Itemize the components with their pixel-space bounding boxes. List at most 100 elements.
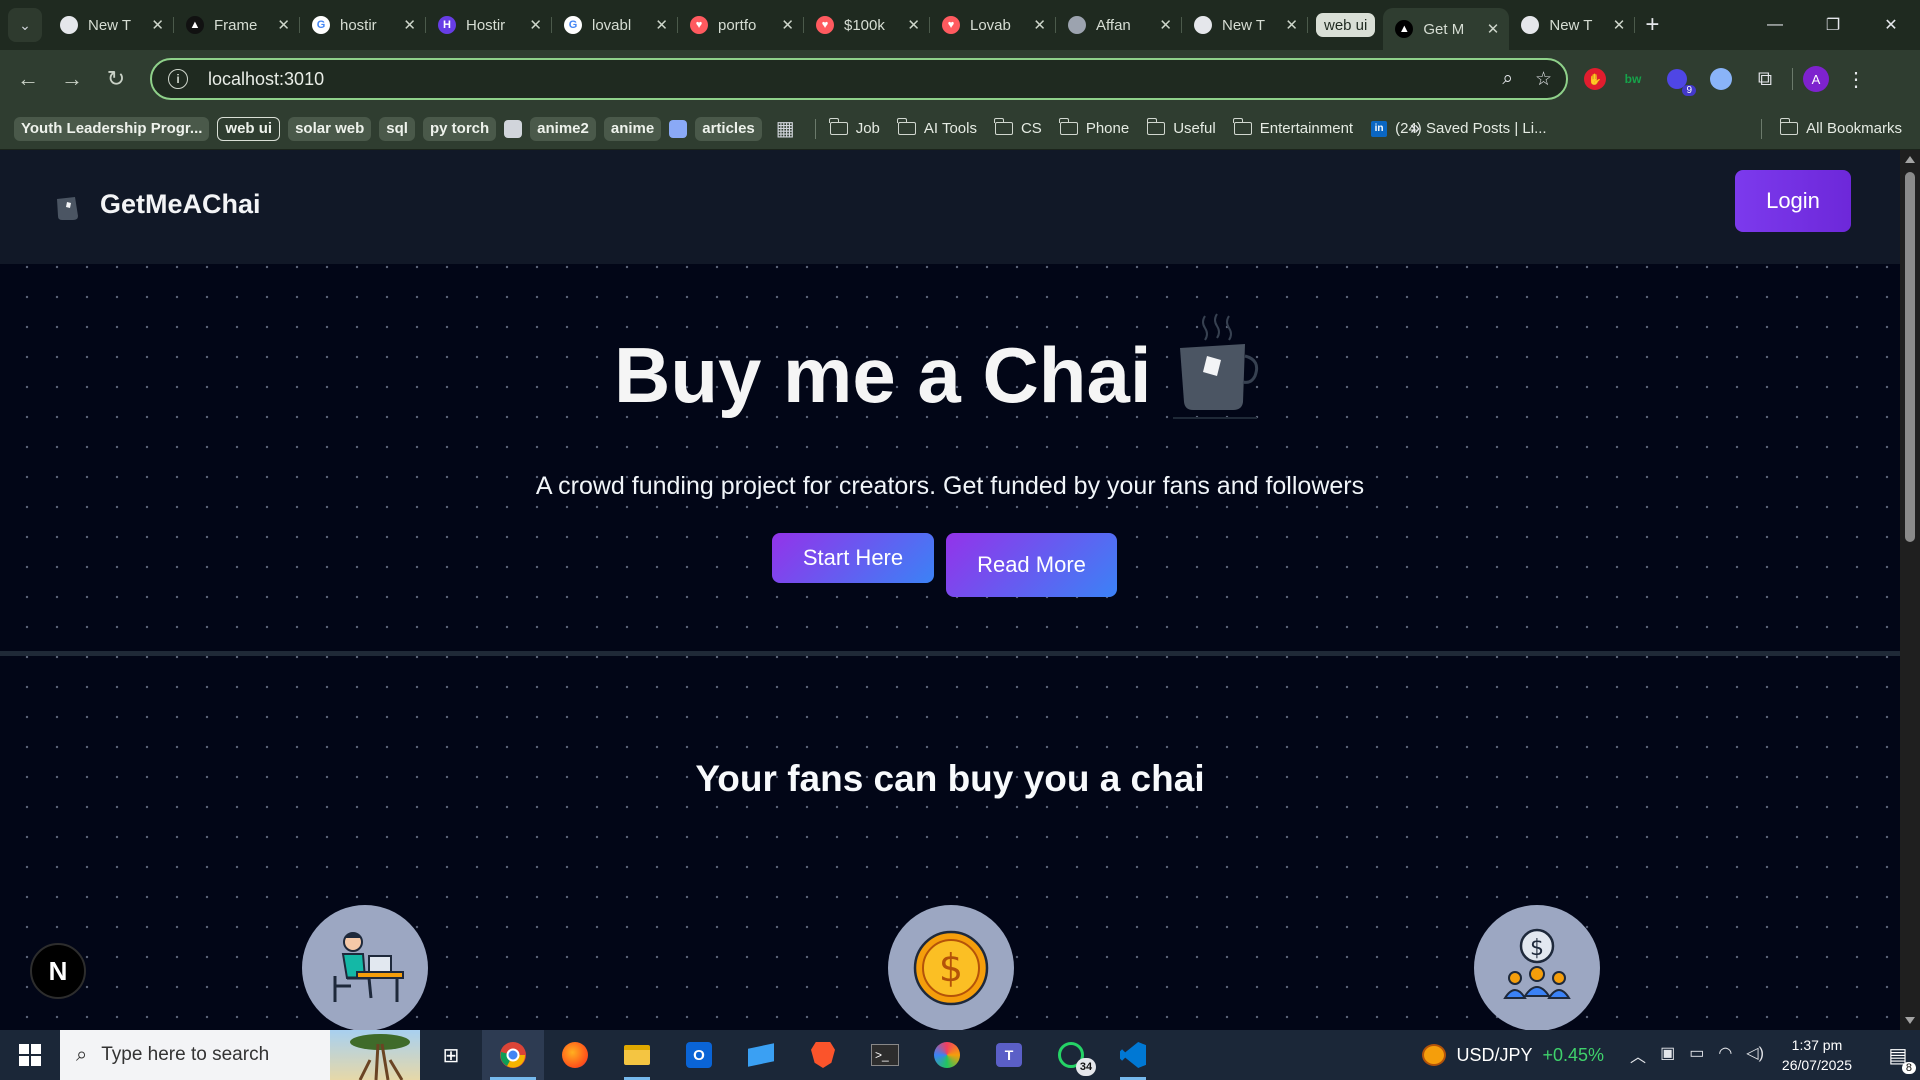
tab-close-icon[interactable]: ✕ [1487, 20, 1500, 38]
bookmark-chip[interactable]: anime2 [530, 116, 596, 141]
browser-tab[interactable]: Glovabl ✕ [552, 7, 678, 43]
close-window-button[interactable]: ✕ [1862, 0, 1920, 50]
minimize-button[interactable]: — [1746, 0, 1804, 50]
bookmark-folder-entertainment[interactable]: Entertainment [1233, 118, 1353, 137]
url-text[interactable]: localhost:3010 [208, 69, 324, 90]
browser-tab[interactable]: New T ✕ [1509, 7, 1636, 43]
tab-close-icon[interactable]: ✕ [529, 16, 542, 34]
bookmark-chip[interactable]: Youth Leadership Progr... [14, 116, 210, 141]
browser-tab[interactable]: ▲ Frame ✕ [174, 7, 300, 43]
extension-with-badge-icon[interactable]: 9 [1660, 62, 1696, 96]
tab-close-icon[interactable]: ✕ [781, 16, 794, 34]
bookmark-chip[interactable]: solar web [288, 116, 372, 141]
zoom-icon[interactable]: ⌕ [1502, 68, 1513, 91]
bookmark-square-icon[interactable] [669, 119, 688, 138]
bookmark-chip[interactable]: anime [603, 116, 662, 141]
apps-grid-icon[interactable]: ▦ [776, 116, 795, 141]
scroll-down-arrow-icon[interactable] [1905, 1017, 1915, 1024]
bookmark-folder-ai-tools[interactable]: AI Tools [897, 118, 977, 137]
show-hidden-icons-chevron-icon[interactable]: ︿ [1630, 1043, 1646, 1067]
browser-tab[interactable]: New T ✕ [48, 7, 174, 43]
bookmark-chip[interactable]: sql [379, 116, 415, 141]
profile-avatar[interactable]: A [1803, 66, 1829, 92]
browser-tab[interactable]: Affan ✕ [1056, 7, 1182, 43]
green-extension-icon[interactable]: bw [1616, 62, 1650, 96]
tab-close-icon[interactable]: ✕ [403, 16, 416, 34]
tab-close-icon[interactable]: ✕ [151, 16, 164, 34]
new-tab-button[interactable]: + [1635, 8, 1669, 42]
browser-tab[interactable]: New T ✕ [1182, 7, 1308, 43]
tab-close-icon[interactable]: ✕ [1033, 16, 1046, 34]
tab-close-icon[interactable]: ✕ [907, 16, 920, 34]
bookmark-folder-cs[interactable]: CS [994, 118, 1042, 137]
teams-icon[interactable]: T [978, 1030, 1040, 1080]
back-button[interactable]: ← [6, 57, 50, 101]
bookmark-star-icon[interactable]: ☆ [1535, 68, 1552, 91]
task-view-icon[interactable]: ⊞ [420, 1030, 482, 1080]
camera-icon[interactable]: ▣ [1660, 1043, 1675, 1067]
page-scrollbar[interactable] [1900, 150, 1920, 1030]
tab-close-icon[interactable]: ✕ [277, 16, 290, 34]
bookmark-square-icon[interactable] [504, 119, 523, 138]
site-info-icon[interactable]: i [168, 69, 188, 89]
browser-tab[interactable]: ♥ portfo ✕ [678, 7, 804, 43]
currency-ticker-widget[interactable]: USD/JPY +0.45% [1422, 1044, 1604, 1066]
hero-subtitle: A crowd funding project for creators. Ge… [535, 472, 1365, 500]
remote-desktop-icon[interactable] [730, 1030, 792, 1080]
bookmark-linkedin[interactable]: in (24) Saved Posts | Li... [1371, 120, 1547, 137]
windows-start-icon[interactable] [0, 1030, 60, 1080]
start-here-button[interactable]: Start Here [772, 533, 934, 583]
address-bar[interactable]: i localhost:3010 ⌕ ☆ [150, 58, 1568, 100]
bookmark-chip[interactable]: articles [695, 116, 762, 141]
all-bookmarks-button[interactable]: All Bookmarks [1761, 118, 1902, 139]
wifi-icon[interactable]: ◠ [1718, 1043, 1732, 1067]
volume-icon[interactable]: ◁) [1746, 1043, 1764, 1067]
browser-tab[interactable]: H Hostir ✕ [426, 7, 552, 43]
browser-tab[interactable]: ♥ Lovab ✕ [930, 7, 1056, 43]
tea-cup-logo-icon[interactable] [54, 194, 82, 222]
tab-close-icon[interactable]: ✕ [655, 16, 668, 34]
reload-button[interactable]: ↻ [94, 57, 138, 101]
snipping-tool-icon[interactable] [916, 1030, 978, 1080]
login-button[interactable]: Login [1735, 170, 1851, 232]
file-explorer-icon[interactable] [606, 1030, 668, 1080]
forward-button[interactable]: → [50, 57, 94, 101]
read-more-button[interactable]: Read More [946, 533, 1117, 597]
active-tab[interactable]: ▲ Get M ✕ [1383, 8, 1510, 50]
chrome-taskbar-icon[interactable] [482, 1030, 544, 1080]
tab-search-button[interactable]: ⌄ [8, 8, 42, 42]
bookmark-folder-phone[interactable]: Phone [1059, 118, 1129, 137]
bookmark-folder-job[interactable]: Job [829, 118, 880, 137]
bookmark-chip[interactable]: py torch [422, 116, 497, 141]
tab-title: lovabl [592, 16, 632, 34]
tab-close-icon[interactable]: ✕ [1613, 16, 1626, 34]
browser-menu-icon[interactable]: ⋮ [1839, 62, 1873, 96]
browser-tab[interactable]: Ghostir ✕ [300, 7, 426, 43]
whatsapp-icon[interactable]: 34 [1040, 1030, 1102, 1080]
clock[interactable]: 1:37 pm 26/07/2025 [1782, 1035, 1852, 1075]
bookmark-folder-useful[interactable]: Useful [1146, 118, 1216, 137]
restore-button[interactable]: ❐ [1804, 0, 1862, 50]
scroll-up-arrow-icon[interactable] [1905, 156, 1915, 163]
battery-icon[interactable]: ▭ [1689, 1043, 1704, 1067]
taskbar-search-input[interactable]: ⌕ Type here to search [60, 1030, 420, 1080]
notification-center-icon[interactable]: ▤ 8 [1876, 1043, 1920, 1074]
red-extension-icon[interactable]: ✋ [1584, 68, 1606, 90]
lens-extension-icon[interactable] [1704, 62, 1738, 96]
more-bookmarks-chevron-icon[interactable]: » [1410, 118, 1420, 139]
tab-close-icon[interactable]: ✕ [1285, 16, 1298, 34]
extensions-puzzle-icon[interactable]: ⧉ [1748, 62, 1782, 96]
nextjs-dev-indicator-icon[interactable]: N [30, 943, 86, 999]
outlook-icon[interactable]: O [668, 1030, 730, 1080]
vscode-icon[interactable] [1102, 1030, 1164, 1080]
tab-title: New T [1549, 16, 1593, 34]
firefox-icon[interactable] [544, 1030, 606, 1080]
terminal-icon[interactable]: >_ [854, 1030, 916, 1080]
tab-group-label[interactable]: web ui [1316, 13, 1376, 37]
browser-tab[interactable]: ♥ $100k ✕ [804, 7, 930, 43]
brand-name[interactable]: GetMeAChai [100, 189, 261, 220]
scroll-thumb[interactable] [1905, 172, 1915, 542]
bookmark-chip[interactable]: web ui [217, 116, 281, 141]
tab-close-icon[interactable]: ✕ [1159, 16, 1172, 34]
brave-icon[interactable] [792, 1030, 854, 1080]
